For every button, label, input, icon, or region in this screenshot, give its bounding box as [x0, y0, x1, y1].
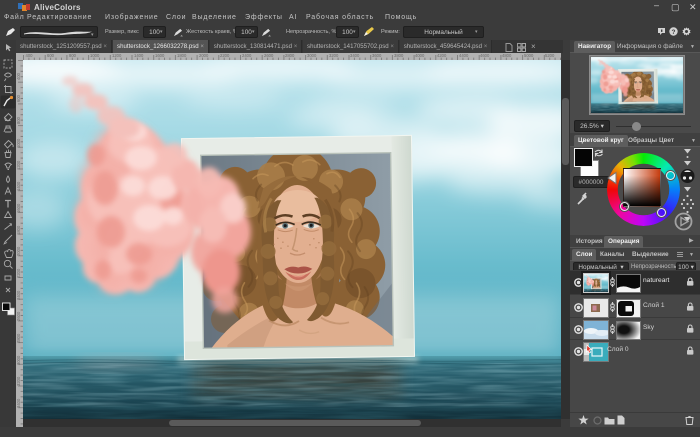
svg-text:3000: 3000 [307, 53, 317, 58]
svg-text:3800: 3800 [394, 53, 404, 58]
svg-text:1600: 1600 [16, 203, 21, 213]
svg-text:1000: 1000 [16, 138, 21, 148]
svg-text:1800: 1800 [16, 225, 21, 235]
svg-text:2000: 2000 [199, 53, 209, 58]
svg-text:5000: 5000 [524, 53, 534, 58]
svg-text:400: 400 [26, 53, 34, 58]
svg-text:3400: 3400 [16, 398, 21, 408]
svg-text:4000: 4000 [415, 53, 425, 58]
svg-text:1200: 1200 [112, 53, 122, 58]
svg-text:4200: 4200 [437, 53, 447, 58]
svg-text:3200: 3200 [16, 376, 21, 386]
svg-text:2800: 2800 [16, 333, 21, 343]
svg-text:2800: 2800 [285, 53, 295, 58]
svg-text:5200: 5200 [545, 53, 555, 58]
svg-text:800: 800 [69, 53, 77, 58]
svg-text:4600: 4600 [480, 53, 490, 58]
svg-text:3400: 3400 [350, 53, 360, 58]
svg-text:2400: 2400 [242, 53, 252, 58]
svg-text:1600: 1600 [155, 53, 165, 58]
svg-text:2600: 2600 [264, 53, 274, 58]
svg-text:400: 400 [16, 72, 21, 80]
svg-text:1800: 1800 [177, 53, 187, 58]
svg-text:2200: 2200 [16, 268, 21, 278]
svg-text:4400: 4400 [459, 53, 469, 58]
svg-text:800: 800 [16, 116, 21, 124]
svg-text:2400: 2400 [16, 290, 21, 300]
svg-text:3000: 3000 [16, 355, 21, 365]
svg-text:1000: 1000 [90, 53, 100, 58]
svg-text:1200: 1200 [16, 160, 21, 170]
svg-text:2000: 2000 [16, 246, 21, 256]
svg-text:600: 600 [16, 94, 21, 102]
svg-text:3200: 3200 [329, 53, 339, 58]
svg-text:2600: 2600 [16, 311, 21, 321]
svg-text:3600: 3600 [372, 53, 382, 58]
svg-text:600: 600 [47, 53, 55, 58]
svg-text:2200: 2200 [220, 53, 230, 58]
svg-text:1400: 1400 [16, 181, 21, 191]
svg-text:1400: 1400 [134, 53, 144, 58]
svg-text:4800: 4800 [502, 53, 512, 58]
svg-text:?: ? [672, 29, 676, 36]
